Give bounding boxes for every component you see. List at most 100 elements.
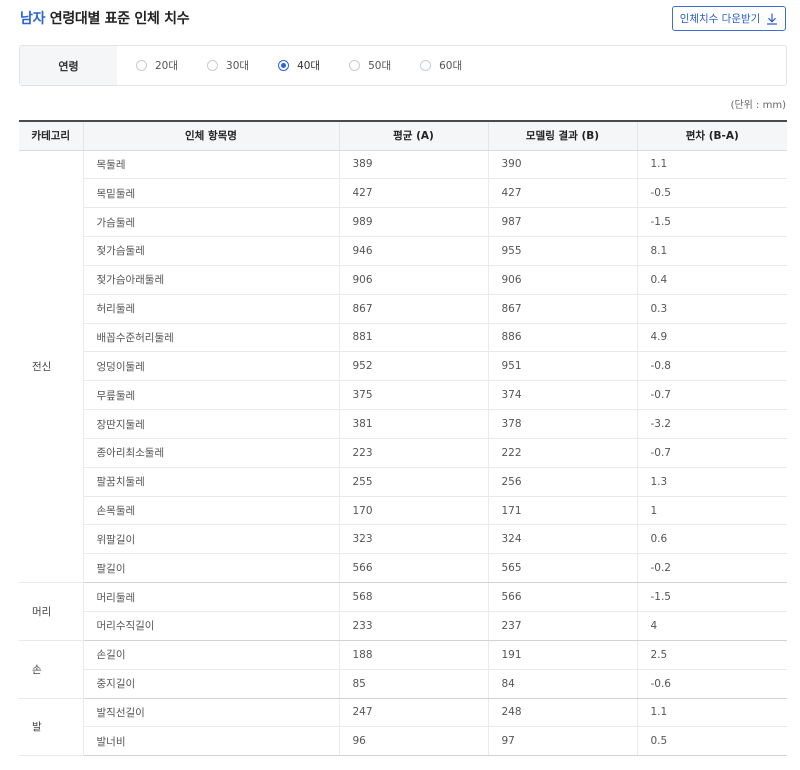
item-cell: 종아리최소둘레 [82, 438, 339, 468]
age-radio-group: 20대 30대 40대 50대 60대 [136, 46, 491, 85]
table-row: 무릎둘레 375 374 -0.7 [19, 380, 787, 411]
download-icon [767, 12, 778, 25]
avg-cell: 233 [338, 611, 488, 641]
category-cell: 전신 [19, 150, 83, 584]
table-row: 장딴지둘레 381 378 -3.2 [19, 409, 787, 439]
diff-cell: -0.8 [636, 351, 787, 382]
table-row: 전신 목둘레 389 390 1.1 [19, 150, 787, 584]
item-cell: 목밑둘레 [82, 178, 339, 209]
avg-cell: 566 [338, 553, 488, 584]
item-cell: 장딴지둘레 [82, 409, 339, 439]
age-option-20대[interactable]: 20대 [136, 58, 178, 73]
avg-cell: 85 [338, 669, 488, 699]
model-cell: 987 [487, 207, 637, 238]
diff-cell: 4.9 [636, 323, 787, 353]
diff-cell: 0.3 [636, 294, 787, 324]
age-filter: 연령 20대 30대 40대 50대 60대 [19, 45, 787, 86]
radio-icon[interactable] [207, 60, 219, 71]
column-header: 모델링 결과 (B) [487, 120, 637, 151]
item-cell: 발너비 [82, 726, 339, 757]
category-cell: 발 [19, 698, 83, 757]
table-row: 배꼽수준허리둘레 881 886 4.9 [19, 323, 787, 353]
radio-icon[interactable] [420, 60, 432, 71]
diff-cell: 1.1 [636, 150, 787, 180]
model-cell: 222 [487, 438, 637, 468]
age-option-label: 30대 [226, 60, 250, 72]
model-cell: 171 [487, 496, 637, 526]
table-row: 발너비 96 97 0.5 [19, 726, 787, 757]
avg-cell: 247 [338, 698, 488, 728]
item-cell: 배꼽수준허리둘레 [82, 323, 339, 353]
model-cell: 951 [487, 351, 637, 382]
item-cell: 팔길이 [82, 553, 339, 584]
table-row: 목밑둘레 427 427 -0.5 [19, 178, 787, 209]
item-cell: 엉덩이둘레 [82, 351, 339, 382]
item-cell: 가슴둘레 [82, 207, 339, 238]
body-size-table: 카테고리 인체 항목명 평균 (A) 모델링 결과 (B) 편차 (B-A) 전신 목둘레… [19, 120, 787, 757]
table-row: 허리둘레 867 867 0.3 [19, 294, 787, 324]
diff-cell: -0.6 [636, 669, 787, 699]
model-cell: 955 [487, 236, 637, 266]
diff-cell: -0.7 [636, 380, 787, 411]
avg-cell: 223 [338, 438, 488, 468]
table-row: 머리 머리둘레 568 566 -1.5 [19, 582, 787, 641]
table-row: 팔꿈치둘레 255 256 1.3 [19, 467, 787, 497]
diff-cell: -1.5 [636, 582, 787, 612]
model-cell: 427 [487, 178, 637, 209]
page-header: 남자 연령대별 표준 인체 치수 인체치수 다운받기 [20, 6, 786, 32]
age-option-40대[interactable]: 40대 [278, 58, 320, 73]
diff-cell: 2.5 [636, 640, 787, 670]
avg-cell: 375 [338, 380, 488, 411]
radio-icon[interactable] [136, 60, 147, 71]
column-header: 평균 (A) [338, 120, 488, 151]
avg-cell: 989 [338, 207, 488, 238]
table-body: 전신 목둘레 389 390 1.1 목밑둘레 427 427 -0.5 가슴둘레 989 987 -1… [19, 150, 787, 757]
age-option-50대[interactable]: 50대 [349, 58, 391, 73]
item-cell: 손길이 [82, 640, 339, 670]
item-cell: 무릎둘레 [82, 380, 339, 411]
item-cell: 손목둘레 [82, 496, 339, 526]
table-row: 손목둘레 170 171 1 [19, 496, 787, 526]
age-option-label: 60대 [439, 60, 463, 72]
avg-cell: 881 [338, 323, 488, 353]
unit-label: (단위 : mm) [730, 100, 786, 111]
table-row: 위팔길이 323 324 0.6 [19, 524, 787, 555]
item-cell: 중지길이 [82, 669, 339, 699]
table-row: 종아리최소둘레 223 222 -0.7 [19, 438, 787, 468]
model-cell: 886 [487, 323, 637, 353]
diff-cell: 0.4 [636, 265, 787, 295]
item-cell: 위팔길이 [82, 524, 339, 555]
model-cell: 191 [487, 640, 637, 670]
table-row: 가슴둘레 989 987 -1.5 [19, 207, 787, 238]
title-text: 연령대별 표준 인체 치수 [45, 11, 190, 27]
model-cell: 565 [487, 553, 637, 584]
item-cell: 젖가슴둘레 [82, 236, 339, 266]
column-header: 편차 (B-A) [636, 120, 787, 151]
model-cell: 248 [487, 698, 637, 728]
age-filter-label: 연령 [20, 46, 117, 85]
category-cell: 머리 [19, 582, 83, 641]
diff-cell: 1 [636, 496, 787, 526]
avg-cell: 381 [338, 409, 488, 439]
diff-cell: -0.2 [636, 553, 787, 584]
table-row: 젖가슴둘레 946 955 8.1 [19, 236, 787, 266]
table-row: 젖가슴아래둘레 906 906 0.4 [19, 265, 787, 295]
download-button[interactable]: 인체치수 다운받기 [672, 6, 786, 31]
radio-icon[interactable] [349, 60, 361, 71]
age-option-30대[interactable]: 30대 [207, 58, 249, 73]
page-title: 남자 연령대별 표준 인체 치수 [20, 8, 190, 28]
avg-cell: 188 [338, 640, 488, 670]
avg-cell: 323 [338, 524, 488, 555]
diff-cell: -0.5 [636, 178, 787, 209]
diff-cell: -0.7 [636, 438, 787, 468]
age-option-label: 40대 [297, 60, 321, 72]
model-cell: 378 [487, 409, 637, 439]
column-header: 인체 항목명 [82, 120, 339, 151]
item-cell: 목둘레 [82, 150, 339, 180]
table-row: 팔길이 566 565 -0.2 [19, 553, 787, 584]
column-header: 카테고리 [19, 120, 83, 151]
diff-cell: 0.5 [636, 726, 787, 757]
radio-icon[interactable] [278, 60, 290, 71]
age-option-60대[interactable]: 60대 [420, 58, 462, 73]
model-cell: 867 [487, 294, 637, 324]
